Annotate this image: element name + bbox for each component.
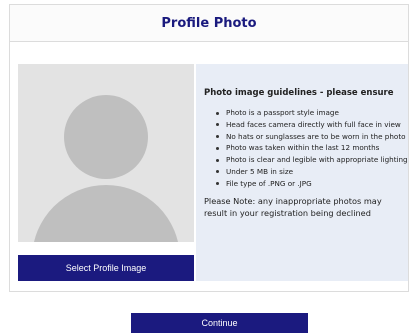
avatar-body-shape: [32, 185, 180, 242]
photo-preview: [18, 64, 194, 242]
guidelines-list: Photo is a passport style image Head fac…: [204, 107, 408, 190]
guidelines-title: Photo image guidelines - please ensure: [204, 88, 394, 98]
guidelines-note: Please Note: any inappropriate photos ma…: [204, 195, 382, 218]
list-item: File type of .PNG or .JPG: [216, 178, 408, 190]
photo-guidelines-panel: Photo image guidelines - please ensure P…: [196, 64, 408, 281]
list-item: Under 5 MB in size: [216, 166, 408, 178]
card-header: Profile Photo: [10, 5, 408, 42]
continue-button[interactable]: Continue: [131, 313, 308, 333]
select-profile-image-button[interactable]: Select Profile Image: [18, 255, 194, 281]
list-item: Photo was taken within the last 12 month…: [216, 142, 408, 154]
list-item: Head faces camera directly with full fac…: [216, 119, 408, 131]
list-item: Photo is clear and legible with appropri…: [216, 154, 408, 166]
page: Profile Photo Select Profile Image Photo…: [0, 0, 417, 333]
avatar-head-shape: [64, 95, 148, 179]
list-item: No hats or sunglasses are to be worn in …: [216, 131, 408, 143]
page-title: Profile Photo: [161, 15, 257, 31]
list-item: Photo is a passport style image: [216, 107, 408, 119]
profile-photo-card: Profile Photo Select Profile Image Photo…: [9, 4, 409, 292]
